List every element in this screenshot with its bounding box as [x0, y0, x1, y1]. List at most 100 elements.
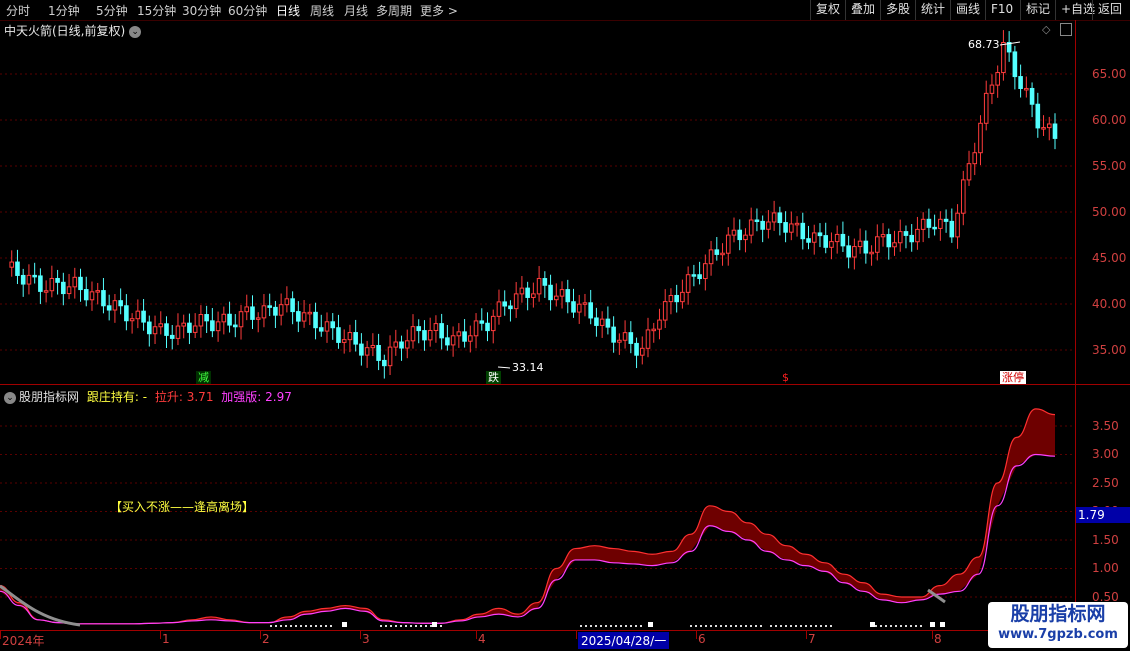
date-tick [160, 631, 161, 639]
signal-dot [270, 625, 272, 627]
watermark-url: www.7gpzb.com [998, 627, 1118, 642]
candle-body [691, 274, 697, 277]
chevron-down-icon[interactable]: ⌄ [4, 391, 16, 404]
candle-body [20, 274, 26, 285]
candle-body [720, 252, 725, 256]
date-label: 1 [162, 632, 170, 646]
signal-dot [290, 625, 292, 627]
candle-body [903, 231, 909, 236]
signal-square [432, 622, 437, 627]
signal-dot [815, 625, 817, 627]
candle-body [147, 321, 152, 335]
indicator-tick-label: 3.50 [1092, 419, 1119, 433]
candle-body [513, 293, 519, 310]
price-tick-label: 55.00 [1092, 159, 1127, 173]
signal-dot [310, 625, 312, 627]
candle-body [1024, 87, 1029, 91]
date-tick [576, 631, 577, 639]
signal-dot [305, 625, 307, 627]
candle-body [468, 335, 473, 342]
candle-body [152, 326, 158, 335]
signal-dot [755, 625, 757, 627]
candle-body [548, 284, 553, 301]
candle-body [221, 313, 227, 323]
signal-dot [405, 625, 407, 627]
indicator-band [0, 408, 1055, 624]
candle-body [404, 340, 410, 349]
price-tick-label: 40.00 [1092, 297, 1127, 311]
candle-body [1001, 42, 1006, 74]
candle-body [634, 342, 639, 356]
signal-dot [420, 625, 422, 627]
candle-body [594, 317, 599, 326]
signal-dot [890, 625, 892, 627]
indicator-header: ⌄ 股朋指标网 跟庄持有: - 拉升: 3.71 加强版: 2.97 [4, 388, 292, 405]
candle-body [141, 310, 146, 323]
candle-body [886, 234, 892, 248]
signal-dot [725, 625, 727, 627]
candle-body [943, 218, 949, 222]
date-label: 6 [698, 632, 706, 646]
indicator-label-hold: 跟庄持有: - [86, 390, 148, 404]
candle-body [204, 314, 209, 322]
signal-square [930, 622, 935, 627]
candle-body [198, 314, 204, 327]
candle-body [714, 249, 720, 255]
candle-body [771, 212, 777, 223]
candle-body [364, 347, 370, 356]
candle-body [1041, 127, 1046, 130]
date-tick [806, 631, 807, 639]
candle-body [657, 319, 662, 330]
candle-body [817, 232, 823, 237]
candle-body [15, 261, 20, 276]
signal-dot [900, 625, 902, 627]
candle-body [445, 337, 450, 346]
candle-body [95, 290, 101, 293]
price-tick-label: 35.00 [1092, 343, 1127, 357]
signal-dot [330, 625, 332, 627]
candle-body [330, 321, 336, 329]
candle-body [175, 325, 181, 339]
signal-dot [800, 625, 802, 627]
signal-dot [595, 625, 597, 627]
signal-dot [615, 625, 617, 627]
candle-body [341, 339, 347, 343]
candle-body [496, 301, 502, 317]
signal-marker-reduce: 减 [196, 371, 211, 384]
candle-body [502, 301, 508, 307]
candle-body [863, 240, 869, 254]
candle-body [536, 278, 542, 295]
date-tick [932, 631, 933, 639]
signal-dot [910, 625, 912, 627]
signal-dot [325, 625, 327, 627]
signal-dot [425, 625, 427, 627]
signal-dot [795, 625, 797, 627]
candle-body [359, 343, 364, 356]
date-label: 2024年 [2, 634, 45, 648]
indicator-line-rise [0, 408, 1056, 625]
date-tick [260, 631, 261, 639]
candle-body [823, 235, 829, 248]
signal-marker-dollar: $ [782, 371, 789, 384]
signal-dot [635, 625, 637, 627]
signal-dot [715, 625, 717, 627]
candle-body [783, 222, 788, 233]
candle-body [915, 228, 920, 243]
candle-body [857, 240, 863, 248]
signal-dot [695, 625, 697, 627]
candle-body [66, 286, 72, 295]
chart-canvas [0, 30, 1075, 627]
candle-body [989, 84, 995, 94]
candle-body [490, 315, 496, 332]
candle-body [416, 326, 422, 332]
candle-body [83, 289, 89, 301]
signal-dot [770, 625, 772, 627]
candle-body [685, 274, 691, 293]
candle-body [932, 226, 937, 230]
candle-body [531, 293, 536, 298]
candle-body [32, 274, 37, 278]
signal-square [648, 622, 653, 627]
date-axis: 2024年 1 2 3 4 2025/04/28/一 6 7 8 [0, 630, 1075, 651]
indicator-annotation: 【买入不涨——逢高离场】 [110, 500, 255, 514]
indicator-label-enhanced: 加强版: 2.97 [221, 390, 292, 404]
